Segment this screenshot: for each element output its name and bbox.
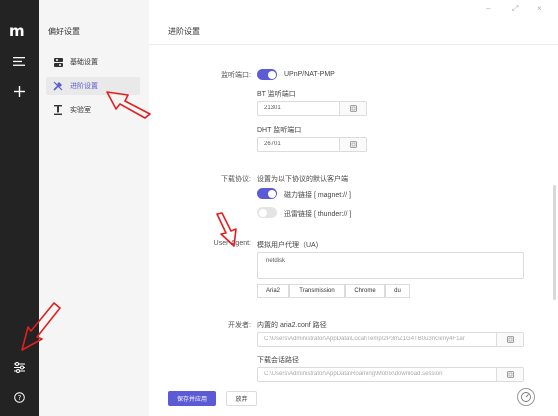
ua-preset-chrome[interactable]: Chrome xyxy=(345,284,385,298)
folder-icon[interactable] xyxy=(496,333,523,346)
help-icon[interactable]: ? xyxy=(7,387,31,407)
save-apply-button[interactable]: 保存并应用 xyxy=(168,391,216,406)
app-logo: m xyxy=(9,22,25,40)
conf-path-value: C:\Users\Administrator\AppData\Local\Tem… xyxy=(264,336,465,342)
session-path-value: C:\Users\Administrator\AppData\Roaming\M… xyxy=(264,371,443,377)
menu-icon[interactable] xyxy=(7,51,31,71)
thunder-label: 迅雷链接 [ thunder:// ] xyxy=(284,211,352,218)
magnet-label: 磁力链接 [ magnet:// ] xyxy=(284,192,351,199)
folder-icon[interactable] xyxy=(496,368,523,381)
dice-icon[interactable] xyxy=(339,102,366,115)
plus-icon[interactable] xyxy=(7,81,31,101)
speedometer-icon[interactable] xyxy=(517,388,535,406)
dice-icon[interactable] xyxy=(339,138,366,151)
session-path-label: 下载会话路径 xyxy=(257,357,299,364)
dht-port-value: 26701 xyxy=(264,141,281,147)
upnp-toggle[interactable] xyxy=(257,69,277,80)
page-title: 进阶设置 xyxy=(168,27,200,36)
sidebar-item-basic[interactable]: 基础设置 xyxy=(46,53,140,71)
user-agent-label: User-Agent: xyxy=(213,240,251,247)
sidebar-item-lab[interactable]: 实验室 xyxy=(46,101,140,119)
preferences-sidebar: 偏好设置 基础设置 进阶设置 实验室 xyxy=(39,0,149,416)
lab-icon xyxy=(52,104,64,116)
bt-port-label: BT 监听端口 xyxy=(257,91,296,98)
sidebar-item-advanced[interactable]: 进阶设置 xyxy=(46,77,140,95)
developer-label: 开发者: xyxy=(228,322,251,329)
download-protocol-label: 下载协议: xyxy=(221,176,251,183)
session-path-input[interactable]: C:\Users\Administrator\AppData\Roaming\M… xyxy=(257,367,524,382)
basic-settings-icon xyxy=(52,56,64,68)
dht-port-input[interactable]: 26701 xyxy=(257,137,367,152)
dht-port-label: DHT 监听端口 xyxy=(257,127,302,134)
listen-port-label: 监听端口: xyxy=(221,72,251,79)
thunder-toggle[interactable] xyxy=(257,207,277,218)
conf-path-input[interactable]: C:\Users\Administrator\AppData\Local\Tem… xyxy=(257,332,524,347)
ua-preset-aria2[interactable]: Aria2 xyxy=(257,284,289,298)
ua-preset-du[interactable]: du xyxy=(385,284,410,298)
user-agent-description: 模拟用户代理（UA) xyxy=(257,242,319,249)
conf-path-label: 内置的 aria2.conf 路径 xyxy=(257,322,327,329)
sidebar-title: 偏好设置 xyxy=(48,27,80,36)
upnp-label: UPnP/NAT-PMP xyxy=(284,71,335,78)
sidebar-item-label: 基础设置 xyxy=(70,59,98,66)
settings-content: – ⤢ × 进阶设置 监听端口: UPnP/NAT-PMP BT 监听端口 21… xyxy=(149,0,558,416)
scrollbar[interactable] xyxy=(553,185,556,300)
user-agent-value: netdisk xyxy=(266,258,286,264)
bt-port-input[interactable]: 21301 xyxy=(257,101,367,116)
sidebar-item-label: 实验室 xyxy=(70,107,91,114)
discard-button[interactable]: 放弃 xyxy=(226,391,257,406)
user-agent-input[interactable]: netdisk xyxy=(257,252,524,279)
ua-preset-transmission[interactable]: Transmission xyxy=(289,284,345,298)
maximize-icon[interactable]: ⤢ xyxy=(512,4,518,14)
magnet-toggle[interactable] xyxy=(257,188,277,199)
close-icon[interactable]: × xyxy=(537,4,542,13)
bt-port-value: 21301 xyxy=(264,105,281,111)
app-rail: m ? xyxy=(0,0,39,416)
svg-text:?: ? xyxy=(17,394,21,402)
sidebar-item-label: 进阶设置 xyxy=(70,83,98,90)
settings-sliders-icon[interactable] xyxy=(7,357,31,377)
minimize-icon[interactable]: – xyxy=(486,4,490,13)
advanced-settings-icon xyxy=(52,80,64,92)
protocol-description: 设置为以下协议的默认客户端 xyxy=(257,176,348,183)
title-divider xyxy=(149,44,558,45)
